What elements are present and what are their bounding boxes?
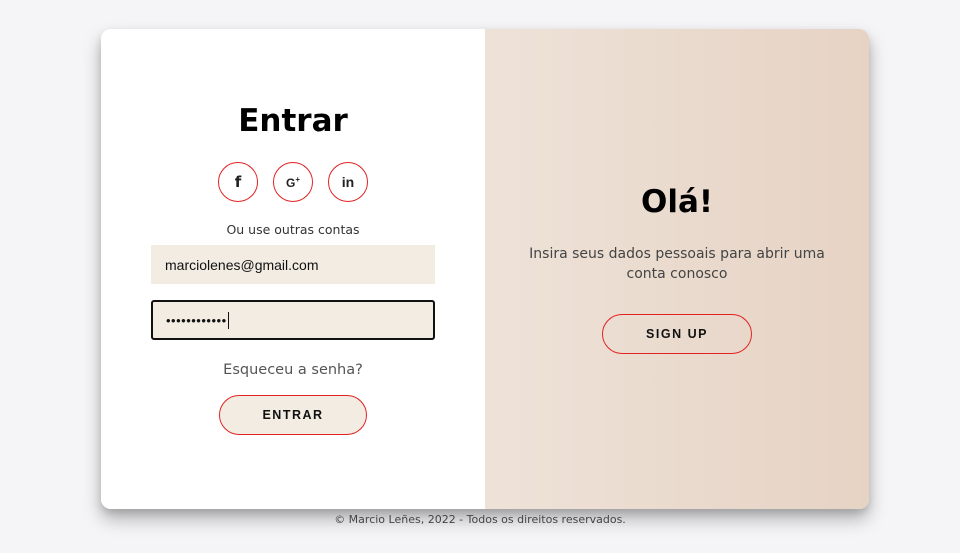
alt-accounts-text: Ou use outras contas [226,222,360,237]
footer-copyright: © Marcio Leñes, 2022 - Todos os direitos… [334,513,626,526]
google-plus-button[interactable]: G+ [273,162,313,202]
google-plus-sup: + [295,174,300,184]
social-buttons: f G+ in [101,162,485,202]
login-button[interactable]: ENTRAR [219,395,367,435]
email-field[interactable] [151,245,435,284]
auth-card: Entrar f G+ in Ou use outras contas ••••… [101,29,869,509]
signup-info-text: Insira seus dados pessoais para abrir um… [529,246,825,282]
google-plus-letter: G [285,175,296,190]
google-plus-icon: G+ [286,175,300,190]
facebook-icon: f [234,173,242,191]
linkedin-icon: in [341,174,355,190]
text-caret [227,311,229,329]
password-field[interactable]: •••••••••••• [151,300,435,340]
greeting-title: Olá! [640,184,714,220]
linkedin-button[interactable]: in [328,162,368,202]
login-title: Entrar [238,103,348,139]
signup-button[interactable]: SIGN UP [602,314,752,354]
password-value: •••••••••••• [166,312,227,328]
facebook-button[interactable]: f [218,162,258,202]
signup-panel: Olá! Insira seus dados pessoais para abr… [485,29,869,509]
forgot-password-link[interactable]: Esqueceu a senha? [101,362,485,378]
login-panel: Entrar f G+ in Ou use outras contas ••••… [101,29,485,509]
